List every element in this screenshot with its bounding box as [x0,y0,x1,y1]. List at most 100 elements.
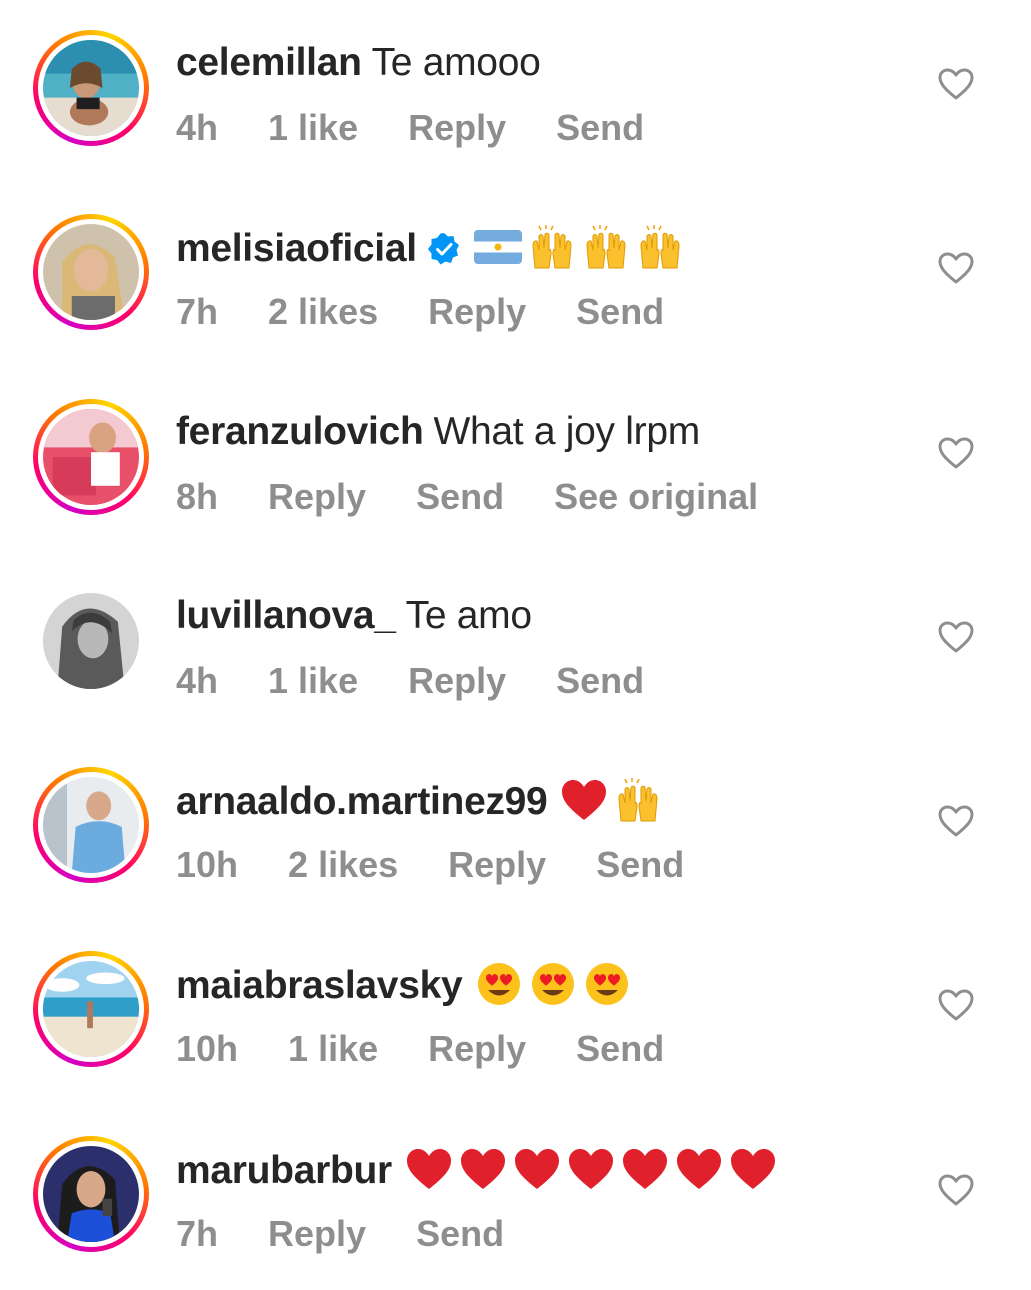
raising-hands-icon [613,777,663,823]
comment-username[interactable]: melisiaoficial [176,227,417,270]
story-ring[interactable] [33,399,149,515]
raising-hands-icon [527,224,577,270]
story-ring[interactable] [33,30,149,146]
red-heart-icon [620,1146,670,1192]
comment-text-line: arnaaldo.martinez99 [176,777,663,825]
comment-meta: 8h Reply Send See original [176,475,808,519]
verified-badge-icon [427,231,461,265]
comment-meta: 7h 2 likes Reply Send [176,290,714,334]
reply-button[interactable]: Reply [428,1028,526,1069]
comment-item: luvillanova_ Te amo 4h 1 like Reply Send [0,553,1031,737]
comment-time: 10h [176,1028,239,1069]
comment-text-line: feranzulovich What a joy lrpm [176,409,700,455]
comment-username[interactable]: celemillan [176,41,362,84]
heart-eyes-icon [582,961,632,1007]
raising-hands-icon [581,224,631,270]
comment-time: 7h [176,1213,219,1254]
comment-emoji-row [404,1146,778,1192]
comment-time: 4h [176,107,219,148]
flag-argentina-icon [473,224,523,270]
red-heart-icon [512,1146,562,1192]
reply-button[interactable]: Reply [268,476,366,517]
see-original-button[interactable]: See original [554,476,758,517]
likes-count[interactable]: 2 likes [288,844,398,885]
story-ring[interactable] [33,1136,149,1252]
avatar[interactable] [43,409,139,505]
comment-item: celemillan Te amooo 4h 1 like Reply Send [0,0,1031,184]
send-button[interactable]: Send [556,107,644,148]
comment-text-line: marubarbur [176,1146,778,1194]
send-button[interactable]: Send [576,291,664,332]
comment-username[interactable]: arnaaldo.martinez99 [176,780,548,823]
comment-meta: 4h 1 like Reply Send [176,106,694,150]
send-button[interactable]: Send [556,660,644,701]
comment-username[interactable]: maiabraslavsky [176,964,463,1007]
send-button[interactable]: Send [576,1028,664,1069]
comment-text-line: celemillan Te amooo [176,40,541,86]
red-heart-icon [559,777,609,823]
comment-body: Te amooo [371,41,541,84]
red-heart-icon [674,1146,724,1192]
raising-hands-icon [635,224,685,270]
comment-text-line: maiabraslavsky [176,961,632,1009]
comment-username[interactable]: marubarbur [176,1149,392,1192]
comment-list: celemillanTe amooo 4h 1 like Reply Send [0,0,1031,1280]
reply-button[interactable]: Reply [428,291,526,332]
heart-outline-icon[interactable] [938,805,974,837]
comment-username[interactable]: feranzulovich [176,410,424,453]
comment-username[interactable]: luvillanova_ [176,594,396,637]
comment-meta: 7h Reply Send [176,1212,554,1256]
red-heart-icon [458,1146,508,1192]
avatar[interactable] [43,593,139,689]
red-heart-icon [728,1146,778,1192]
comment-item: feranzulovich What a joy lrpm 8h Reply Send… [0,369,1031,553]
comment-time: 10h [176,844,239,885]
avatar[interactable] [43,961,139,1057]
red-heart-icon [404,1146,454,1192]
comment-meta: 10h 2 likes Reply Send [176,843,734,887]
likes-count[interactable]: 1 like [268,660,358,701]
heart-outline-icon[interactable] [938,68,974,100]
send-button[interactable]: Send [416,476,504,517]
comment-emoji-row [473,224,685,270]
story-ring[interactable] [33,951,149,1067]
avatar[interactable] [43,1146,139,1242]
reply-button[interactable]: Reply [448,844,546,885]
avatar[interactable] [43,224,139,320]
comment-meta: 4h 1 like Reply Send [176,659,694,703]
comment-body: Te amo [405,594,532,637]
avatar[interactable] [43,777,139,873]
heart-outline-icon[interactable] [938,437,974,469]
heart-outline-icon[interactable] [938,989,974,1021]
comment-time: 8h [176,476,219,517]
comment-body: What a joy lrpm [433,410,701,453]
avatar[interactable] [43,40,139,136]
comment-time: 4h [176,660,219,701]
heart-eyes-icon [474,961,524,1007]
comment-emoji-row [474,961,632,1007]
likes-count[interactable]: 1 like [268,107,358,148]
heart-eyes-icon [528,961,578,1007]
comment-emoji-row [559,777,663,823]
reply-button[interactable]: Reply [408,660,506,701]
send-button[interactable]: Send [416,1213,504,1254]
story-ring[interactable] [33,214,149,330]
send-button[interactable]: Send [596,844,684,885]
comment-item: maiabraslavsky 10h 1 like Reply Send [0,921,1031,1105]
reply-button[interactable]: Reply [408,107,506,148]
likes-count[interactable]: 1 like [288,1028,378,1069]
likes-count[interactable]: 2 likes [268,291,378,332]
comment-item: arnaaldo.martinez99 10h 2 likes Reply Send [0,737,1031,921]
comment-item: marubarbur 7h Reply Send [0,1106,1031,1290]
comment-text-line: luvillanova_ Te amo [176,593,532,639]
reply-button[interactable]: Reply [268,1213,366,1254]
heart-outline-icon[interactable] [938,252,974,284]
comment-item: melisiaoficial 7h 2 likes Reply Send [0,184,1031,368]
avatar-frame[interactable] [33,583,149,699]
red-heart-icon [566,1146,616,1192]
heart-outline-icon[interactable] [938,621,974,653]
story-ring[interactable] [33,767,149,883]
comment-text-line: melisiaoficial [176,224,685,272]
heart-outline-icon[interactable] [938,1174,974,1206]
comment-time: 7h [176,291,219,332]
